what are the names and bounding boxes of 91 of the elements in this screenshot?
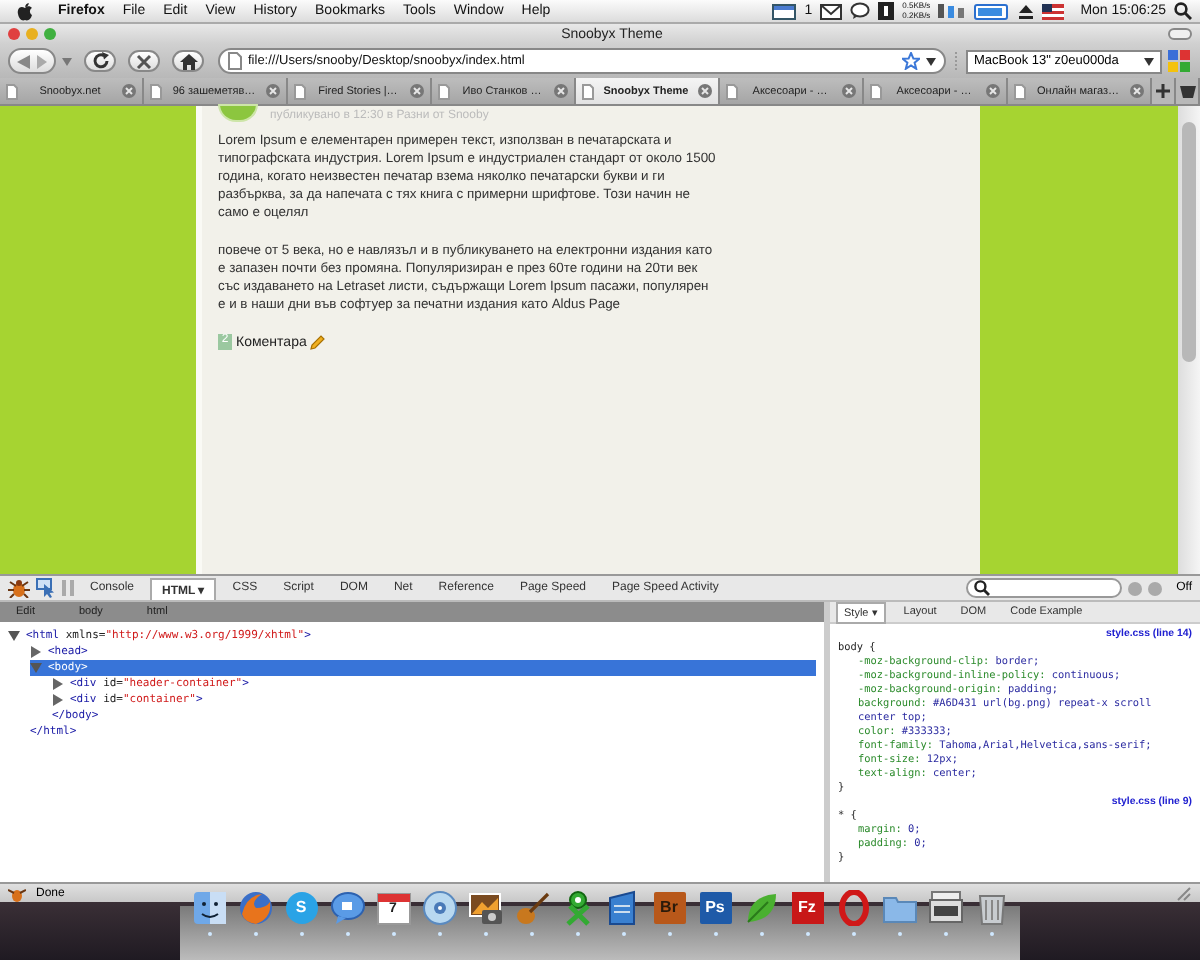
running-indicator [621,932,625,936]
running-indicator [483,932,487,936]
running-indicator [989,932,993,936]
right-arrow-icon [36,53,48,69]
face-icon[interactable] [191,890,227,926]
close-icon[interactable] [554,84,568,98]
reload-button[interactable] [84,50,116,72]
search-icon[interactable] [1174,2,1192,20]
running-indicator [667,932,671,936]
running-indicator [299,932,303,936]
page-icon [870,83,882,99]
home-button[interactable] [172,50,204,72]
search-field[interactable] [966,578,1123,598]
caret-icon[interactable] [926,57,936,65]
right-triangle-icon[interactable] [30,646,42,658]
calendar-icon[interactable] [772,3,797,19]
running-indicator [529,932,533,936]
tray-icon [1179,85,1195,97]
cross-icon [136,53,152,69]
caret-icon[interactable] [1144,57,1154,65]
close-icon[interactable] [698,84,712,98]
dock-app-icon[interactable]: Ps [697,890,733,926]
gauge-icon[interactable] [938,2,967,20]
page-icon [6,83,18,99]
dock-app-icon[interactable]: Fz [789,890,825,926]
down-triangle-icon[interactable] [8,630,20,642]
page-icon [294,83,306,99]
close-icon[interactable] [842,84,856,98]
scroll-thumb[interactable] [1182,122,1196,362]
monitor-icon[interactable] [927,890,963,926]
grip-icon [952,51,960,71]
camera-photo-icon[interactable] [467,890,503,926]
running-indicator [943,932,947,936]
house-icon [179,53,197,69]
trash-can-icon[interactable] [973,890,1009,926]
music-disc-icon[interactable] [421,890,457,926]
page-icon [1014,83,1026,99]
left-arrow-icon [16,53,32,69]
running-indicator [575,932,579,936]
running-indicator [897,932,901,936]
pencil-icon [310,334,327,350]
stop-button[interactable] [128,50,160,72]
inspect-icon[interactable] [36,578,56,598]
search-icon [974,580,991,596]
scrollbar[interactable] [1178,106,1200,574]
bug-icon[interactable] [8,578,30,598]
running-indicator [345,932,349,936]
back-forward-button[interactable] [8,48,56,74]
guitar-icon[interactable] [513,890,549,926]
bug-icon[interactable] [8,885,26,901]
close-icon[interactable] [410,84,424,98]
close-icon[interactable] [122,84,136,98]
apple-icon[interactable] [16,1,34,21]
running-indicator [805,932,809,936]
document-icon[interactable] [605,890,641,926]
globe-icon[interactable] [237,890,273,926]
eject-icon[interactable] [1018,3,1035,19]
page-icon [582,83,594,99]
star-icon[interactable] [902,52,920,70]
page-icon [438,83,450,99]
plus-icon [1156,84,1170,98]
close-button[interactable] [8,28,20,40]
ring-icon[interactable] [835,890,871,926]
new-tab-button[interactable] [1152,78,1176,104]
toolbar-toggle-button[interactable] [1168,28,1192,40]
battery-icon[interactable] [974,3,1011,19]
running-indicator [851,932,855,936]
running-indicator [759,932,763,936]
speech-bubble-icon[interactable] [850,2,871,20]
leaf-icon[interactable] [743,890,779,926]
flag-icon[interactable] [1042,3,1065,19]
running-indicator [253,932,257,936]
speech-bubble-icon[interactable] [329,890,365,926]
avatar-badge [218,104,258,122]
close-icon[interactable] [986,84,1000,98]
running-indicator [437,932,441,936]
page-icon [228,52,242,70]
meter-icon[interactable] [878,2,895,20]
multicolor-squares-icon[interactable] [1168,49,1192,73]
resize-grip-icon[interactable] [1176,885,1192,901]
page-icon [726,83,738,99]
running-indicator [713,932,717,936]
close-icon[interactable] [266,84,280,98]
running-indicator [207,932,211,936]
running-indicator [391,932,395,936]
page-icon [150,83,162,99]
envelope-icon[interactable] [820,3,843,19]
list-tabs-button[interactable] [1176,78,1200,104]
dock-app-icon[interactable]: Br [651,890,687,926]
reload-icon [91,52,109,70]
close-icon[interactable] [1130,84,1144,98]
